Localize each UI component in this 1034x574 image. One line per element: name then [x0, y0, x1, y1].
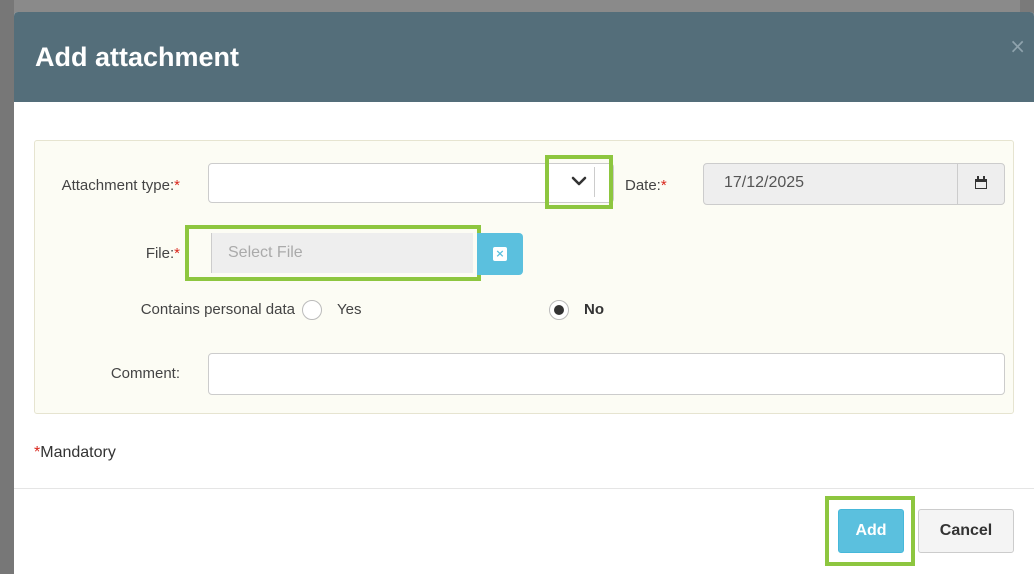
add-button[interactable]: Add [838, 509, 904, 553]
comment-label: Comment: [110, 365, 180, 382]
mandatory-note: *Mandatory [34, 444, 116, 462]
required-mark: * [660, 177, 667, 194]
dropdown-divider [594, 167, 595, 197]
background-page-left-edge [0, 0, 14, 574]
chevron-down-icon [571, 176, 587, 186]
date-picker-button[interactable] [957, 164, 1004, 204]
calendar-icon [975, 176, 987, 189]
file-label: File:* [35, 243, 180, 265]
personal-data-no-label[interactable]: No [584, 299, 604, 321]
file-clear-button[interactable]: × [477, 233, 523, 275]
file-placeholder: Select File [228, 244, 303, 261]
close-icon[interactable]: × [1009, 34, 1026, 58]
date-field[interactable]: 17/12/2025 [703, 163, 1005, 205]
dialog-header: Add attachment × [14, 12, 1034, 102]
comment-input[interactable] [208, 353, 1005, 395]
attachment-type-dropdown-toggle[interactable] [545, 155, 613, 209]
add-attachment-dialog: Add attachment × Attachment type:* Date:… [14, 12, 1034, 574]
personal-data-label: Contains personal data [140, 301, 295, 318]
required-mark: * [174, 245, 180, 262]
cancel-button[interactable]: Cancel [918, 509, 1014, 553]
dialog-title: Add attachment [35, 42, 240, 72]
required-mark: * [174, 177, 180, 194]
file-select-input[interactable]: Select File [211, 233, 473, 273]
date-value: 17/12/2025 [724, 174, 805, 191]
attachment-type-label-text: Attachment type: [61, 177, 175, 194]
form-panel: Attachment type:* Date:* 17/12/2025 File… [34, 140, 1014, 414]
personal-data-no-radio[interactable] [549, 300, 569, 320]
file-select-highlight[interactable]: Select File [185, 225, 481, 281]
date-label-text: Date: [625, 177, 661, 194]
clear-icon: × [493, 247, 507, 261]
file-label-text: File: [145, 245, 175, 262]
personal-data-yes-label[interactable]: Yes [337, 299, 361, 321]
mandatory-text: Mandatory [40, 444, 116, 461]
date-label: Date:* [625, 175, 675, 197]
personal-data-yes-radio[interactable] [302, 300, 322, 320]
footer-divider [14, 488, 1034, 489]
attachment-type-label: Attachment type:* [35, 175, 180, 197]
